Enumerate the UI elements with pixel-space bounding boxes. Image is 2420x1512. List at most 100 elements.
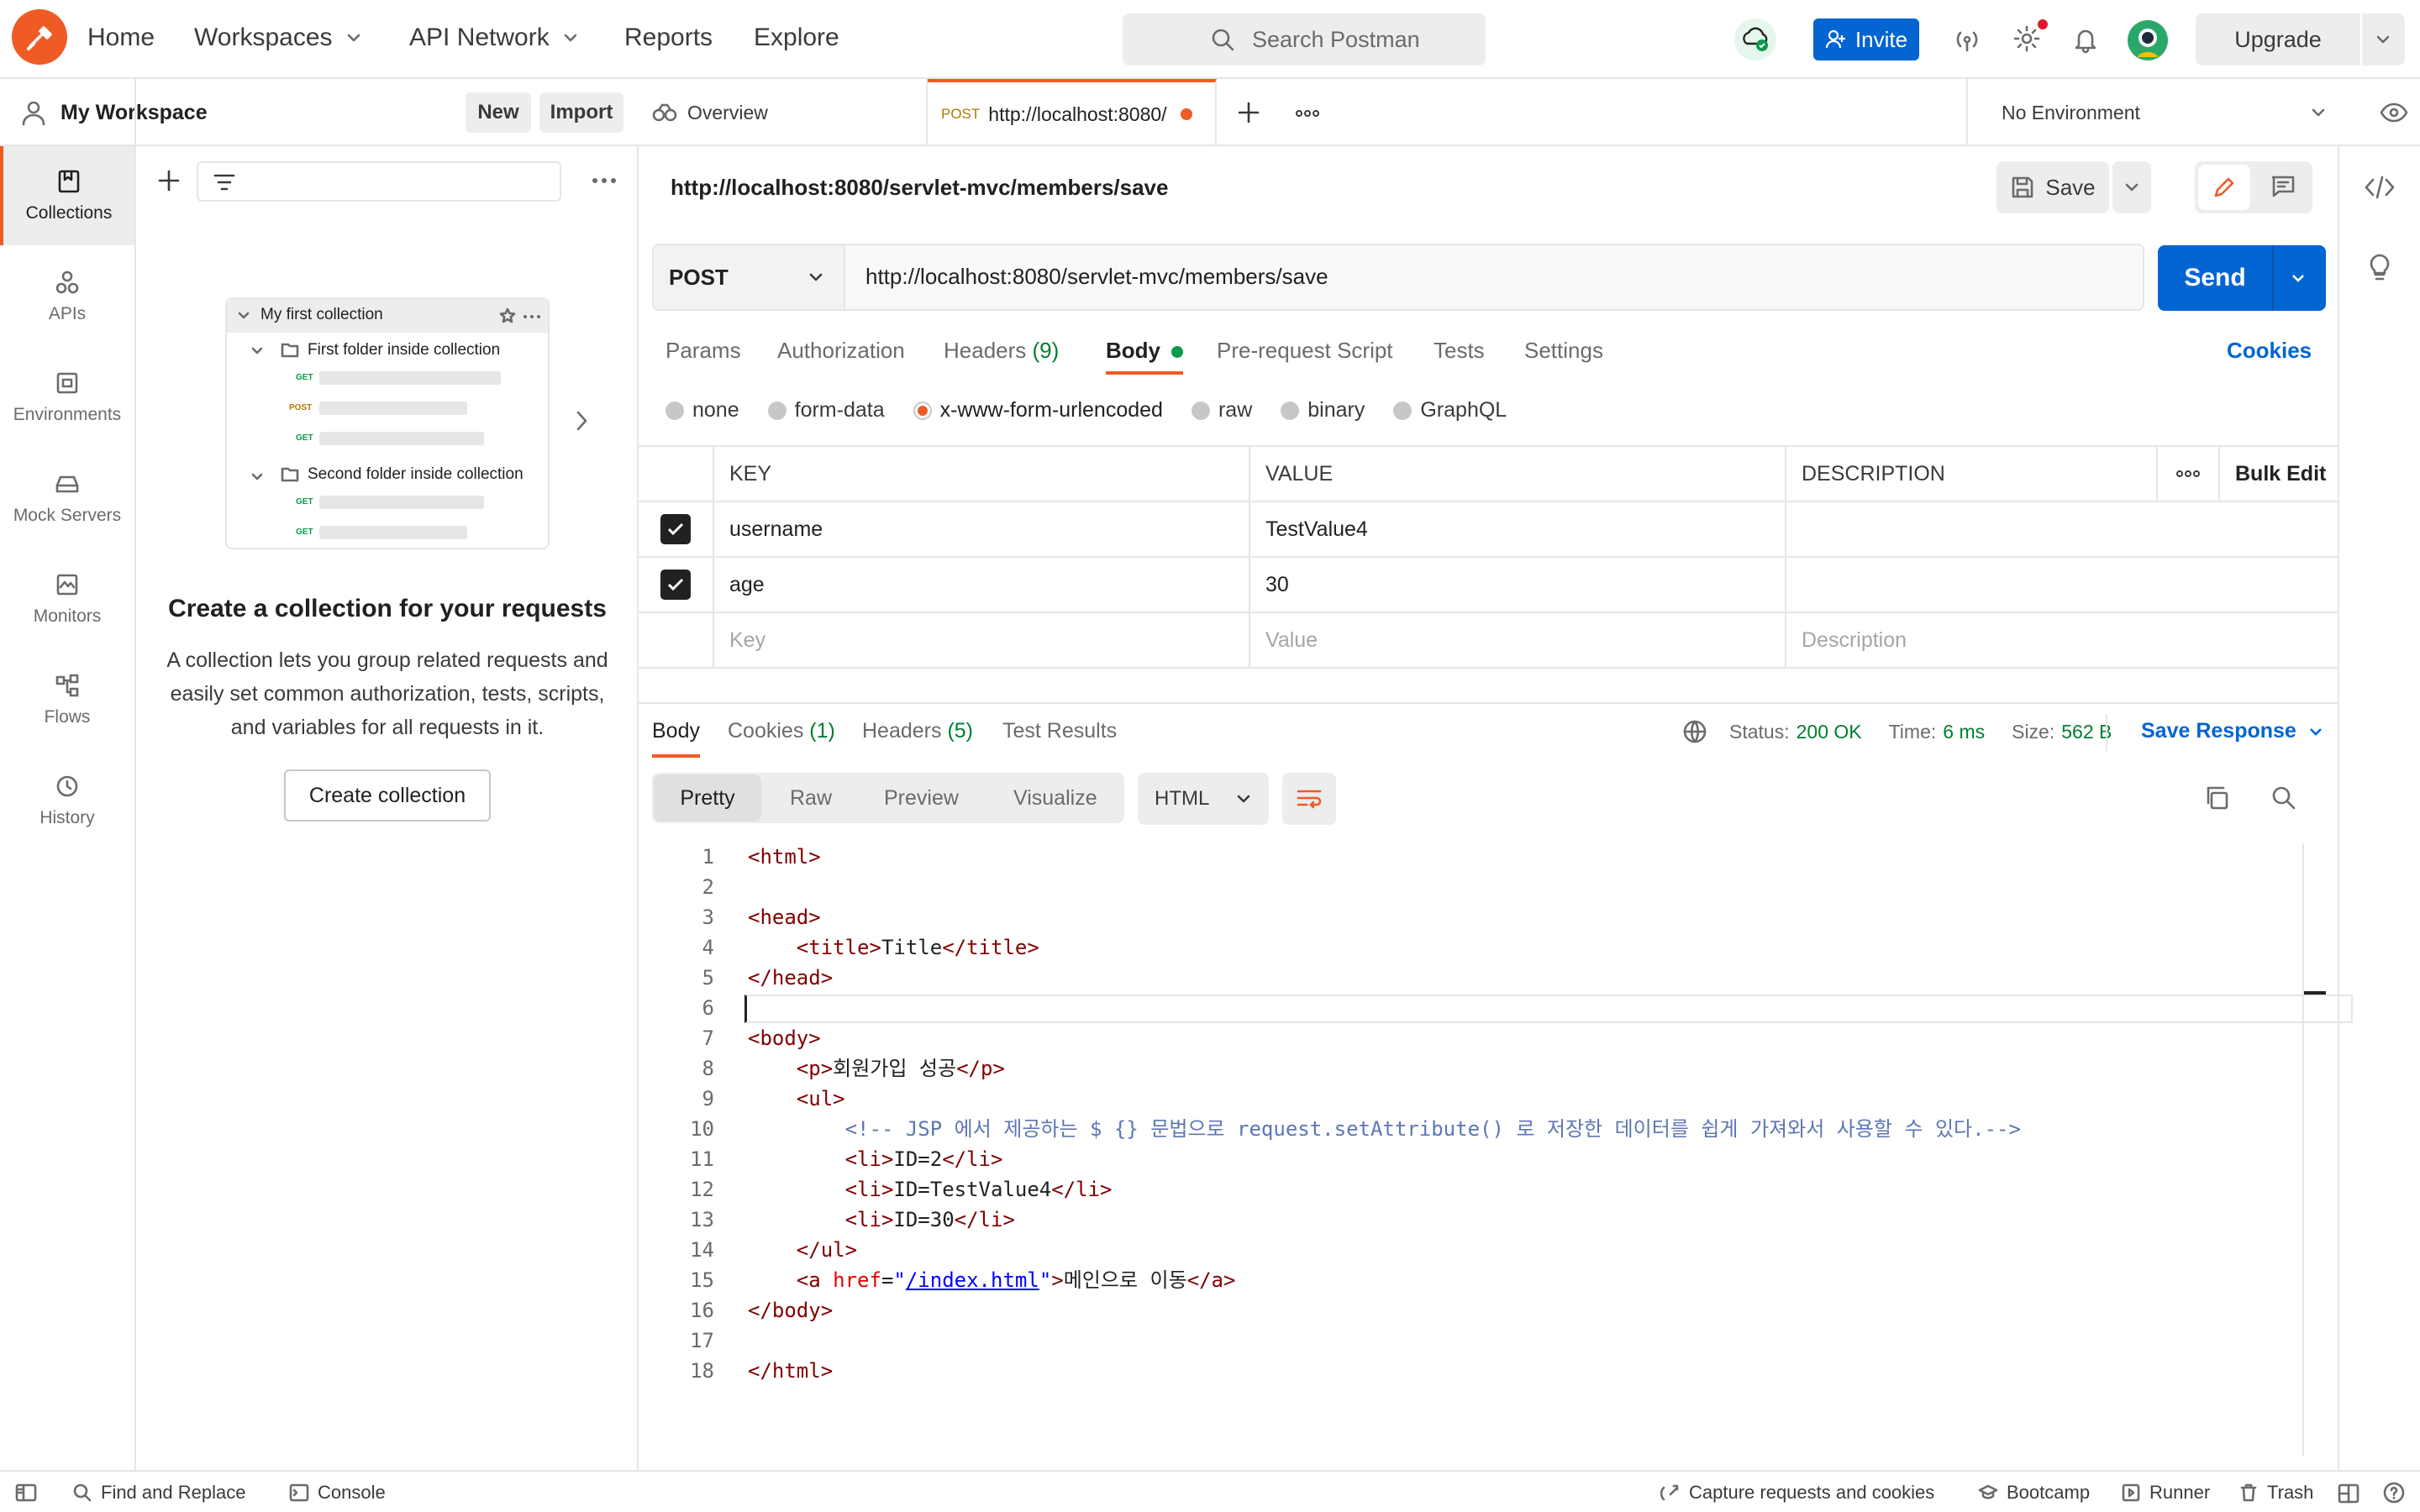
- radio-graphql[interactable]: GraphQL: [1393, 398, 1507, 423]
- radio-x-www-form-urlencoded[interactable]: x-www-form-urlencoded: [913, 398, 1163, 423]
- cookies-link[interactable]: Cookies: [2227, 338, 2312, 364]
- url-input[interactable]: http://localhost:8080/servlet-mvc/member…: [865, 264, 1328, 290]
- key-cell[interactable]: age: [714, 558, 1250, 613]
- editor-scrollbar[interactable]: [2302, 843, 2304, 1457]
- view-mode-pretty[interactable]: Pretty: [654, 774, 761, 822]
- row-checkbox[interactable]: [639, 502, 714, 558]
- save-options-button[interactable]: [2112, 161, 2151, 213]
- sidebar-item-flows[interactable]: Flows: [0, 650, 134, 749]
- sidebar-item-history[interactable]: History: [0, 751, 134, 850]
- capture-requests-button[interactable]: Capture requests and cookies: [1660, 1482, 1934, 1504]
- tab-settings[interactable]: Settings: [1524, 338, 1603, 364]
- plus-icon[interactable]: [156, 168, 182, 193]
- description-input[interactable]: Description: [1786, 613, 2338, 669]
- more-options-icon[interactable]: [592, 176, 617, 185]
- trash-button[interactable]: Trash: [2238, 1482, 2313, 1504]
- copy-icon[interactable]: [2203, 785, 2230, 811]
- key-cell[interactable]: username: [714, 502, 1250, 558]
- avatar[interactable]: [2128, 20, 2168, 60]
- nav-reports[interactable]: Reports: [624, 24, 713, 52]
- sidebar-item-collections[interactable]: Collections: [0, 146, 134, 245]
- bulk-edit-button[interactable]: Bulk Edit: [2220, 447, 2338, 502]
- value-cell[interactable]: TestValue4: [1250, 502, 1786, 558]
- invite-button[interactable]: Invite: [1813, 18, 1919, 60]
- save-button[interactable]: Save: [1996, 161, 2109, 213]
- href-link[interactable]: /index.html: [906, 1268, 1039, 1292]
- more-tabs-icon[interactable]: [1296, 109, 1319, 118]
- nav-api-network[interactable]: API Network: [409, 24, 580, 52]
- comment-icon[interactable]: [2270, 175, 2296, 198]
- two-pane-icon[interactable]: [2338, 1483, 2360, 1504]
- globe-icon[interactable]: [1682, 719, 1707, 744]
- filter-input[interactable]: [197, 161, 561, 202]
- add-tab-icon[interactable]: [1237, 101, 1260, 124]
- send-button[interactable]: Send: [2158, 264, 2272, 292]
- response-tab-headers[interactable]: Headers (5): [862, 719, 973, 743]
- runner-button[interactable]: Runner: [2121, 1482, 2210, 1504]
- sidebar-item-monitors[interactable]: Monitors: [0, 549, 134, 648]
- chevron-down-icon[interactable]: [2289, 269, 2307, 287]
- table-options[interactable]: [2158, 447, 2220, 502]
- toggle-sidebar-icon[interactable]: [15, 1483, 37, 1502]
- bootcamp-button[interactable]: Bootcamp: [1978, 1482, 2090, 1504]
- tab-body[interactable]: Body: [1106, 338, 1184, 375]
- tab-tests[interactable]: Tests: [1434, 338, 1485, 364]
- radio-raw[interactable]: raw: [1191, 398, 1252, 423]
- response-tab-body[interactable]: Body: [652, 719, 700, 758]
- response-tab-cookies[interactable]: Cookies (1): [728, 719, 835, 743]
- view-mode-raw[interactable]: Raw: [790, 786, 832, 811]
- nav-workspaces[interactable]: Workspaces: [194, 24, 363, 52]
- sidebar-item-mock-servers[interactable]: Mock Servers: [0, 449, 134, 548]
- format-select[interactable]: HTML: [1138, 773, 1269, 825]
- response-time[interactable]: 6 ms: [1943, 721, 1985, 743]
- radio-none[interactable]: none: [666, 398, 739, 423]
- bell-icon[interactable]: [2072, 25, 2099, 54]
- help-icon[interactable]: [2383, 1482, 2405, 1504]
- find-and-replace-button[interactable]: Find and Replace: [72, 1482, 245, 1504]
- settings-icon[interactable]: [2012, 19, 2048, 53]
- request-title[interactable]: http://localhost:8080/servlet-mvc/member…: [671, 175, 1168, 201]
- radio-binary[interactable]: binary: [1281, 398, 1365, 423]
- create-collection-button[interactable]: Create collection: [284, 769, 491, 822]
- response-tab-test-results[interactable]: Test Results: [1002, 719, 1117, 743]
- pane-divider[interactable]: [639, 702, 2338, 704]
- tab-authorization[interactable]: Authorization: [777, 338, 905, 364]
- satellite-icon[interactable]: [1954, 26, 1981, 53]
- value-input[interactable]: Value: [1250, 613, 1786, 669]
- console-button[interactable]: Console: [289, 1482, 386, 1504]
- edit-mode-button[interactable]: [2198, 165, 2250, 210]
- status-code[interactable]: 200 OK: [1797, 721, 1862, 743]
- view-mode-preview[interactable]: Preview: [884, 786, 959, 811]
- environment-selector[interactable]: No Environment: [1966, 79, 2353, 146]
- tab-overview[interactable]: Overview: [639, 79, 928, 146]
- postman-logo-icon[interactable]: [12, 9, 67, 65]
- tab-params[interactable]: Params: [666, 338, 741, 364]
- chevron-right-icon[interactable]: [573, 408, 590, 433]
- code-icon[interactable]: [2365, 175, 2395, 200]
- import-button[interactable]: Import: [539, 92, 623, 133]
- save-response-button[interactable]: Save Response: [2141, 719, 2325, 743]
- value-cell[interactable]: 30: [1250, 558, 1786, 613]
- tab-request[interactable]: POST http://localhost:8080/: [928, 79, 1217, 146]
- upgrade-button[interactable]: Upgrade: [2196, 13, 2405, 66]
- description-cell[interactable]: [1786, 558, 2338, 613]
- sync-status-icon[interactable]: [1734, 18, 1776, 60]
- sidebar-item-apis[interactable]: APIs: [0, 247, 134, 346]
- description-cell[interactable]: [1786, 502, 2338, 558]
- sidebar-item-environments[interactable]: Environments: [0, 348, 134, 447]
- nav-home[interactable]: Home: [87, 24, 155, 52]
- key-input[interactable]: Key: [714, 613, 1250, 669]
- method-select[interactable]: POST: [654, 245, 845, 309]
- view-mode-visualize[interactable]: Visualize: [1013, 786, 1097, 811]
- search-bar[interactable]: Search Postman: [1123, 13, 1486, 66]
- tab-pre-request-script[interactable]: Pre-request Script: [1217, 338, 1393, 364]
- wrap-lines-button[interactable]: [1282, 773, 1336, 825]
- eye-icon[interactable]: [2380, 101, 2408, 124]
- new-button[interactable]: New: [466, 92, 531, 133]
- response-size[interactable]: 562 B: [2061, 721, 2112, 743]
- radio-form-data[interactable]: form-data: [767, 398, 885, 423]
- search-icon[interactable]: [2270, 785, 2297, 811]
- tab-headers[interactable]: Headers (9): [944, 338, 1059, 364]
- row-checkbox[interactable]: [639, 558, 714, 613]
- lightbulb-icon[interactable]: [2366, 252, 2393, 282]
